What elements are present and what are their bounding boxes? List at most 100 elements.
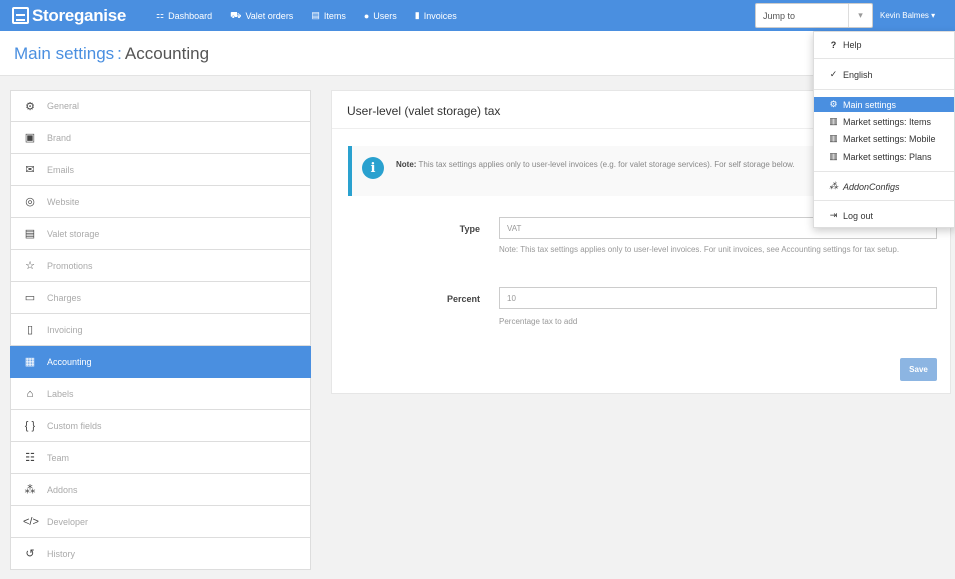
sidebar-item-label: Developer — [47, 516, 89, 527]
sitemap-icon: ⚏ — [156, 10, 165, 20]
user-dropdown-menu: ? Help ✓ English ⚙ Main settings ▥ Market se… — [813, 31, 955, 228]
menu-item-logout[interactable]: ⇥ Log out — [814, 208, 954, 223]
sidebar-item-label: Accounting — [47, 356, 92, 367]
page-header: Main settings: Accounting — [0, 31, 955, 76]
menu-item-label: Main settings — [843, 99, 897, 110]
breadcrumb: Main settings: Accounting — [14, 44, 209, 64]
cubes-icon: ⁂ — [24, 484, 36, 496]
sidebar-item-charges[interactable]: ▭ Charges — [10, 282, 311, 314]
nav-valet-orders[interactable]: ⛟ Valet orders — [230, 10, 293, 22]
code-icon: </> — [23, 515, 39, 528]
sidebar-item-team[interactable]: ☷ Team — [10, 442, 311, 474]
sidebar-item-label: Brand — [47, 132, 72, 143]
jump-to-select[interactable]: Jump to ▾ — [755, 3, 873, 28]
menu-divider — [814, 58, 954, 59]
sidebar-item-label: Promotions — [47, 260, 93, 271]
save-button[interactable]: Save — [900, 358, 937, 381]
sidebar-item-labels[interactable]: ⌂ Labels — [10, 378, 311, 410]
invoice-icon: ▯ — [26, 324, 34, 336]
calculator-icon: ▦ — [24, 356, 36, 368]
type-help-text: Note: This tax settings applies only to … — [499, 245, 900, 254]
menu-item-help[interactable]: ? Help — [814, 37, 954, 52]
brand-logo[interactable]: Storeganise — [12, 6, 126, 26]
chevron-down-icon[interactable]: ▾ — [848, 4, 872, 27]
file-icon: ▮ — [414, 10, 420, 20]
menu-item-label: Market settings: Items — [843, 116, 932, 127]
nav-items[interactable]: ▤ Items — [311, 10, 346, 22]
menu-item-main-settings[interactable]: ⚙ Main settings — [814, 97, 954, 112]
menu-divider — [814, 171, 954, 172]
map-icon: ▥ — [829, 133, 838, 143]
menu-item-label: AddonConfigs — [843, 181, 900, 192]
sidebar-item-addons[interactable]: ⁂ Addons — [10, 474, 311, 506]
sidebar-item-invoicing[interactable]: ▯ Invoicing — [10, 314, 311, 346]
percent-label: Percent — [446, 294, 480, 304]
image-icon: ▣ — [24, 132, 36, 144]
sidebar-item-website[interactable]: ◎ Website — [10, 186, 311, 218]
map-icon: ▥ — [829, 151, 838, 161]
callout-text: Note: This tax settings applies only to … — [396, 158, 826, 172]
tag-icon: ⌂ — [26, 387, 34, 400]
money-icon: ▭ — [24, 292, 36, 304]
sidebar-item-label: Website — [47, 196, 80, 207]
menu-item-market-items[interactable]: ▥ Market settings: Items — [814, 114, 954, 129]
menu-item-label: Market settings: Plans — [843, 151, 932, 162]
user-icon: ● — [363, 10, 370, 21]
gear-icon: ⚙ — [829, 99, 838, 109]
history-icon: ↺ — [25, 548, 35, 560]
sidebar-item-emails[interactable]: ✉ Emails — [10, 154, 311, 186]
sidebar-item-valet-storage[interactable]: ▤ Valet storage — [10, 218, 311, 250]
check-icon: ✓ — [829, 69, 838, 79]
nav-dashboard-label: Dashboard — [168, 10, 213, 21]
nav-users-label: Users — [373, 10, 397, 21]
sidebar-item-general[interactable]: ⚙ General — [10, 90, 311, 122]
box-icon: ▤ — [311, 10, 320, 20]
envelope-icon: ✉ — [25, 164, 35, 176]
sidebar-item-promotions[interactable]: ☆ Promotions — [10, 250, 311, 282]
menu-item-label: Help — [843, 39, 862, 50]
nav-users[interactable]: ● Users — [364, 10, 397, 22]
sidebar-item-label: Labels — [47, 388, 74, 399]
percent-field[interactable]: 10 — [499, 287, 937, 309]
nav-invoices[interactable]: ▮ Invoices — [415, 10, 457, 22]
jump-to-label: Jump to — [763, 10, 796, 21]
nav-dashboard[interactable]: ⚏ Dashboard — [156, 10, 212, 22]
page-title: Accounting — [124, 44, 210, 63]
menu-item-market-plans[interactable]: ▥ Market settings: Plans — [814, 149, 954, 164]
gear-icon: ⚙ — [25, 100, 35, 113]
globe-icon: ◎ — [25, 196, 35, 208]
question-icon: ? — [830, 39, 837, 50]
nav-invoices-label: Invoices — [423, 10, 457, 21]
brand-name: Storeganise — [32, 5, 127, 25]
sidebar-item-brand[interactable]: ▣ Brand — [10, 122, 311, 154]
menu-divider — [814, 200, 954, 201]
menu-item-market-mobile[interactable]: ▥ Market settings: Mobile — [814, 131, 954, 146]
truck-icon: ⛟ — [230, 9, 242, 20]
sidebar-item-label: History — [47, 548, 76, 559]
nav-items-label: Items — [323, 10, 346, 21]
menu-item-language[interactable]: ✓ English — [814, 67, 954, 82]
sidebar-item-custom-fields[interactable]: { } Custom fields — [10, 410, 311, 442]
cubes-icon: ⁂ — [829, 181, 838, 191]
menu-item-addon-configs[interactable]: ⁂ AddonConfigs — [814, 179, 954, 194]
sidebar-item-label: Team — [47, 452, 70, 463]
sidebar-item-label: Charges — [47, 292, 82, 303]
breadcrumb-main-settings[interactable]: Main settings — [14, 44, 114, 63]
sidebar-item-label: Addons — [47, 484, 78, 495]
sidebar-item-accounting[interactable]: ▦ Accounting — [10, 346, 311, 378]
breadcrumb-separator: : — [117, 44, 122, 63]
sidebar-item-history[interactable]: ↺ History — [10, 538, 311, 570]
menu-item-label: Log out — [843, 210, 874, 221]
nav-valet-orders-label: Valet orders — [245, 10, 294, 21]
sidebar-item-developer[interactable]: </> Developer — [10, 506, 311, 538]
sidebar-item-label: Invoicing — [47, 324, 83, 335]
type-label: Type — [459, 224, 480, 234]
percent-help-text: Percentage tax to add — [499, 317, 578, 326]
menu-divider — [814, 89, 954, 90]
note-text: This tax settings applies only to user-l… — [418, 160, 795, 169]
user-menu-button[interactable]: Kevin Balmes ▾ — [880, 0, 935, 31]
sidebar-item-label: General — [47, 101, 80, 111]
braces-icon: { } — [24, 419, 36, 432]
menu-item-label: Market settings: Mobile — [843, 133, 936, 144]
note-label: Note: — [396, 160, 417, 169]
